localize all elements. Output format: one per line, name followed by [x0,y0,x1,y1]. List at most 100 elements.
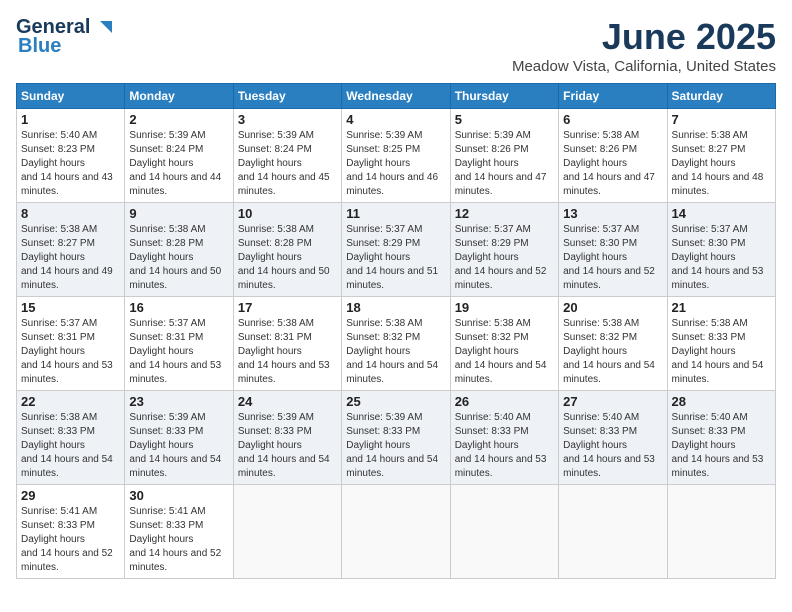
calendar-week-row: 29 Sunrise: 5:41 AMSunset: 8:33 PMDaylig… [17,485,776,579]
day-number: 9 [129,206,228,221]
day-info: Sunrise: 5:38 AMSunset: 8:28 PMDaylight … [129,224,221,291]
day-of-week-header: Saturday [667,84,775,109]
day-info: Sunrise: 5:40 AMSunset: 8:33 PMDaylight … [672,412,764,479]
calendar-day-cell: 9 Sunrise: 5:38 AMSunset: 8:28 PMDayligh… [125,203,233,297]
day-number: 2 [129,112,228,127]
calendar-day-cell: 5 Sunrise: 5:39 AMSunset: 8:26 PMDayligh… [450,109,558,203]
day-number: 22 [21,394,120,409]
calendar-day-cell: 20 Sunrise: 5:38 AMSunset: 8:32 PMDaylig… [559,297,667,391]
page-header: General Blue June 2025 Meadow Vista, Cal… [16,16,776,75]
empty-day-cell [667,485,775,579]
day-info: Sunrise: 5:38 AMSunset: 8:33 PMDaylight … [672,318,764,385]
empty-day-cell [559,485,667,579]
day-info: Sunrise: 5:37 AMSunset: 8:31 PMDaylight … [21,318,113,385]
calendar-day-cell: 7 Sunrise: 5:38 AMSunset: 8:27 PMDayligh… [667,109,775,203]
month-title: June 2025 [512,16,776,58]
day-number: 15 [21,300,120,315]
calendar-day-cell: 18 Sunrise: 5:38 AMSunset: 8:32 PMDaylig… [342,297,450,391]
day-info: Sunrise: 5:39 AMSunset: 8:33 PMDaylight … [129,412,221,479]
logo-blue: Blue [18,35,61,58]
calendar-day-cell: 13 Sunrise: 5:37 AMSunset: 8:30 PMDaylig… [559,203,667,297]
day-of-week-header: Friday [559,84,667,109]
day-number: 8 [21,206,120,221]
day-number: 10 [238,206,337,221]
calendar-day-cell: 12 Sunrise: 5:37 AMSunset: 8:29 PMDaylig… [450,203,558,297]
day-number: 11 [346,206,445,221]
day-number: 14 [672,206,771,221]
calendar-table: SundayMondayTuesdayWednesdayThursdayFrid… [16,83,776,579]
day-number: 3 [238,112,337,127]
day-info: Sunrise: 5:38 AMSunset: 8:32 PMDaylight … [346,318,438,385]
day-info: Sunrise: 5:37 AMSunset: 8:30 PMDaylight … [563,224,655,291]
day-number: 12 [455,206,554,221]
title-area: June 2025 Meadow Vista, California, Unit… [512,16,776,75]
day-number: 30 [129,488,228,503]
day-info: Sunrise: 5:38 AMSunset: 8:32 PMDaylight … [455,318,547,385]
day-info: Sunrise: 5:41 AMSunset: 8:33 PMDaylight … [21,506,113,573]
day-info: Sunrise: 5:38 AMSunset: 8:32 PMDaylight … [563,318,655,385]
day-of-week-header: Wednesday [342,84,450,109]
day-number: 17 [238,300,337,315]
day-number: 5 [455,112,554,127]
day-number: 28 [672,394,771,409]
calendar-day-cell: 28 Sunrise: 5:40 AMSunset: 8:33 PMDaylig… [667,391,775,485]
day-of-week-header: Thursday [450,84,558,109]
day-info: Sunrise: 5:37 AMSunset: 8:29 PMDaylight … [455,224,547,291]
day-info: Sunrise: 5:37 AMSunset: 8:29 PMDaylight … [346,224,438,291]
calendar-day-cell: 2 Sunrise: 5:39 AMSunset: 8:24 PMDayligh… [125,109,233,203]
logo-icon [92,17,114,39]
day-number: 1 [21,112,120,127]
day-info: Sunrise: 5:40 AMSunset: 8:33 PMDaylight … [455,412,547,479]
calendar-day-cell: 4 Sunrise: 5:39 AMSunset: 8:25 PMDayligh… [342,109,450,203]
day-number: 13 [563,206,662,221]
day-info: Sunrise: 5:39 AMSunset: 8:24 PMDaylight … [238,130,330,197]
calendar-week-row: 8 Sunrise: 5:38 AMSunset: 8:27 PMDayligh… [17,203,776,297]
calendar-day-cell: 10 Sunrise: 5:38 AMSunset: 8:28 PMDaylig… [233,203,341,297]
day-of-week-header: Tuesday [233,84,341,109]
day-info: Sunrise: 5:39 AMSunset: 8:24 PMDaylight … [129,130,221,197]
day-info: Sunrise: 5:39 AMSunset: 8:26 PMDaylight … [455,130,547,197]
day-of-week-header: Monday [125,84,233,109]
day-number: 18 [346,300,445,315]
day-number: 6 [563,112,662,127]
day-number: 16 [129,300,228,315]
day-info: Sunrise: 5:39 AMSunset: 8:33 PMDaylight … [346,412,438,479]
calendar-day-cell: 24 Sunrise: 5:39 AMSunset: 8:33 PMDaylig… [233,391,341,485]
day-info: Sunrise: 5:40 AMSunset: 8:33 PMDaylight … [563,412,655,479]
day-info: Sunrise: 5:41 AMSunset: 8:33 PMDaylight … [129,506,221,573]
day-info: Sunrise: 5:37 AMSunset: 8:30 PMDaylight … [672,224,764,291]
day-info: Sunrise: 5:40 AMSunset: 8:23 PMDaylight … [21,130,113,197]
calendar-day-cell: 25 Sunrise: 5:39 AMSunset: 8:33 PMDaylig… [342,391,450,485]
day-number: 27 [563,394,662,409]
day-info: Sunrise: 5:38 AMSunset: 8:27 PMDaylight … [672,130,764,197]
calendar-day-cell: 23 Sunrise: 5:39 AMSunset: 8:33 PMDaylig… [125,391,233,485]
calendar-day-cell: 6 Sunrise: 5:38 AMSunset: 8:26 PMDayligh… [559,109,667,203]
day-info: Sunrise: 5:39 AMSunset: 8:33 PMDaylight … [238,412,330,479]
calendar-day-cell: 27 Sunrise: 5:40 AMSunset: 8:33 PMDaylig… [559,391,667,485]
day-number: 29 [21,488,120,503]
day-info: Sunrise: 5:39 AMSunset: 8:25 PMDaylight … [346,130,438,197]
day-number: 23 [129,394,228,409]
calendar-week-row: 22 Sunrise: 5:38 AMSunset: 8:33 PMDaylig… [17,391,776,485]
calendar-day-cell: 16 Sunrise: 5:37 AMSunset: 8:31 PMDaylig… [125,297,233,391]
calendar-day-cell: 3 Sunrise: 5:39 AMSunset: 8:24 PMDayligh… [233,109,341,203]
logo: General Blue [16,16,114,58]
day-number: 19 [455,300,554,315]
calendar-day-cell: 21 Sunrise: 5:38 AMSunset: 8:33 PMDaylig… [667,297,775,391]
location-title: Meadow Vista, California, United States [512,58,776,75]
day-number: 25 [346,394,445,409]
day-info: Sunrise: 5:38 AMSunset: 8:33 PMDaylight … [21,412,113,479]
calendar-day-cell: 26 Sunrise: 5:40 AMSunset: 8:33 PMDaylig… [450,391,558,485]
day-of-week-header: Sunday [17,84,125,109]
calendar-day-cell: 30 Sunrise: 5:41 AMSunset: 8:33 PMDaylig… [125,485,233,579]
calendar-week-row: 15 Sunrise: 5:37 AMSunset: 8:31 PMDaylig… [17,297,776,391]
empty-day-cell [450,485,558,579]
calendar-week-row: 1 Sunrise: 5:40 AMSunset: 8:23 PMDayligh… [17,109,776,203]
empty-day-cell [342,485,450,579]
day-number: 4 [346,112,445,127]
calendar-header-row: SundayMondayTuesdayWednesdayThursdayFrid… [17,84,776,109]
day-info: Sunrise: 5:37 AMSunset: 8:31 PMDaylight … [129,318,221,385]
calendar-day-cell: 19 Sunrise: 5:38 AMSunset: 8:32 PMDaylig… [450,297,558,391]
calendar-day-cell: 1 Sunrise: 5:40 AMSunset: 8:23 PMDayligh… [17,109,125,203]
day-number: 7 [672,112,771,127]
